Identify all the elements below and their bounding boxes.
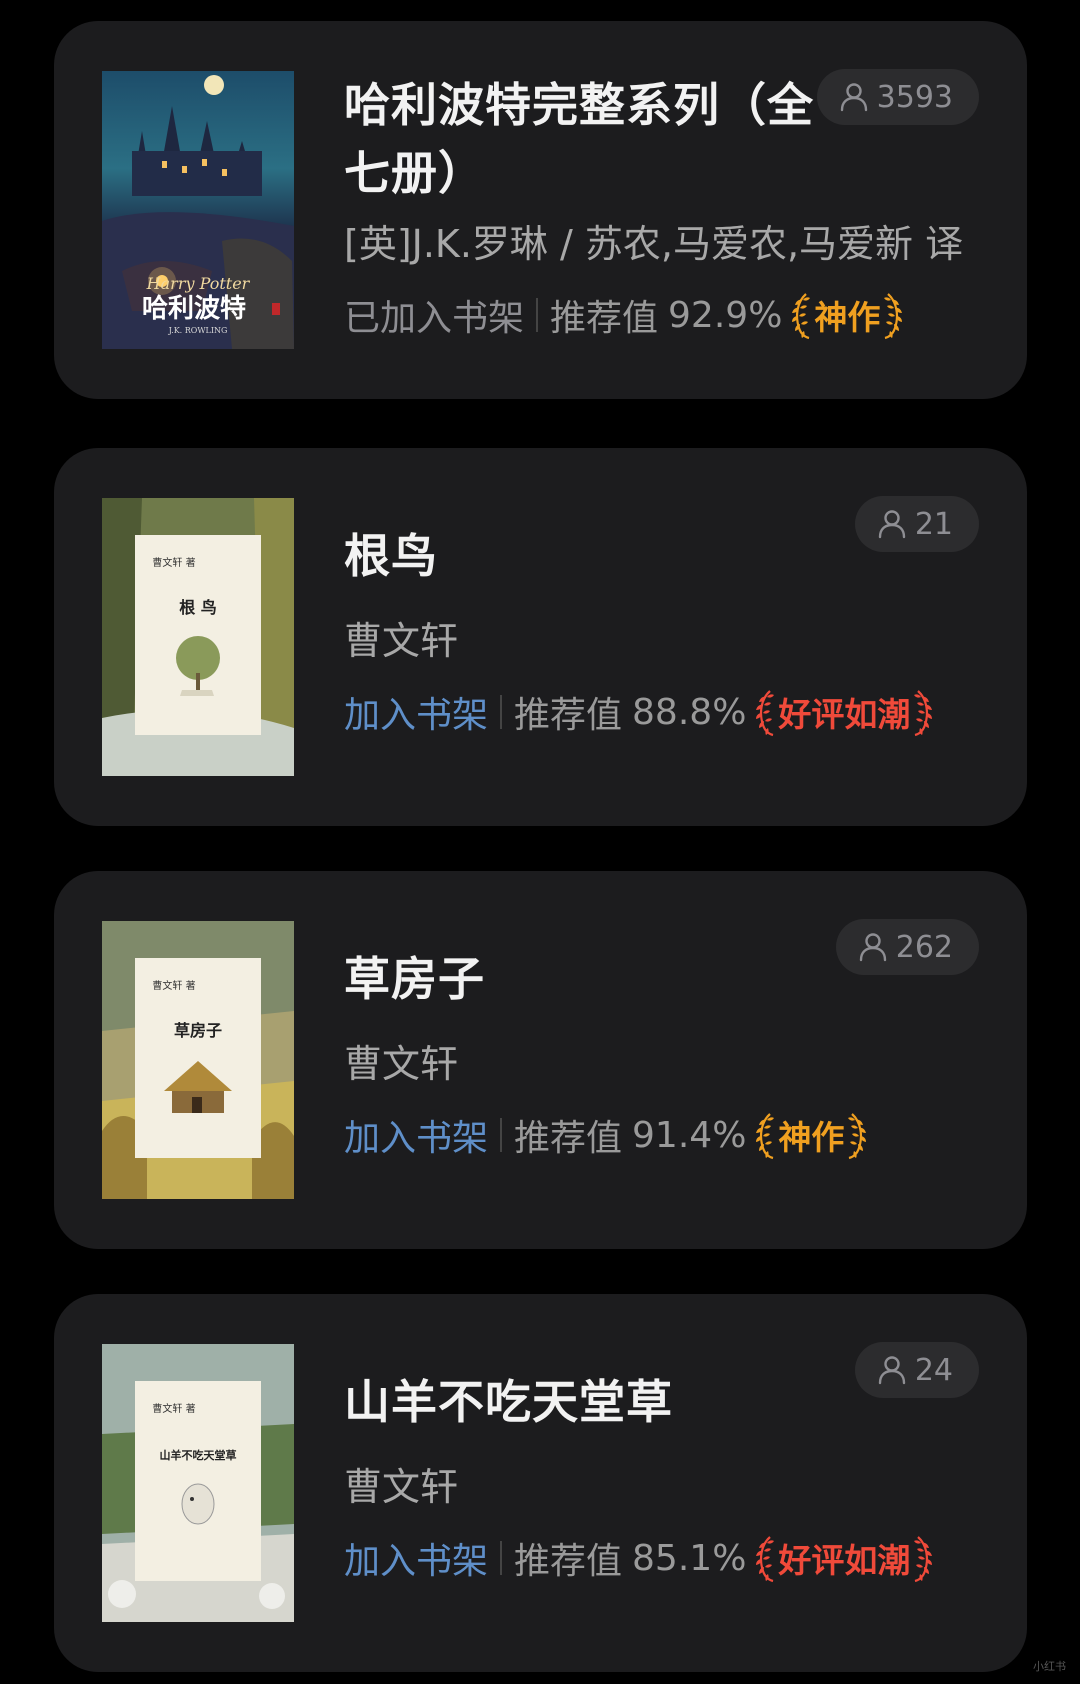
cover-title-text: 草房子 [174, 1021, 222, 1040]
laurel-right-icon [883, 292, 904, 340]
book-meta: 加入书架 推荐值 91.4% 神作 [344, 1109, 868, 1161]
reader-count-pill[interactable]: 3593 [816, 69, 979, 125]
user-icon [859, 933, 886, 962]
reader-count: 262 [895, 929, 953, 965]
book-title[interactable]: 草房子 [344, 945, 844, 1013]
book-author[interactable]: 曹文轩 [344, 1039, 458, 1089]
reader-count-pill[interactable]: 262 [835, 919, 979, 975]
cover-title-text: 根 鸟 [179, 598, 217, 617]
recommend-value: 92.9% [668, 294, 783, 336]
hp-series-text: Harry Potter [146, 274, 251, 293]
book-title[interactable]: 根鸟 [344, 522, 844, 590]
divider [500, 1118, 503, 1152]
book-author[interactable]: [英]J.K.罗琳 / 苏农,马爱农,马爱新 译 [344, 219, 963, 269]
rating-badge: 好评如潮 [754, 687, 934, 737]
user-icon [840, 83, 867, 112]
book-cover-cao-fang-zi[interactable]: 曹文轩 著 草房子 [102, 921, 294, 1199]
user-icon [878, 1356, 906, 1385]
cover-author-text: 曹文轩 著 [152, 979, 195, 992]
recommend-value: 85.1% [632, 1537, 747, 1579]
reader-count-pill[interactable]: 24 [854, 1342, 979, 1398]
book-cover-harry-potter[interactable]: Harry Potter 哈利波特 J.K. ROWLING [102, 71, 294, 349]
cover-title-text: 山羊不吃天堂草 [160, 1448, 237, 1462]
book-author[interactable]: 曹文轩 [344, 1462, 458, 1512]
book-list: Harry Potter 哈利波特 J.K. ROWLING 哈利波特完整系列（… [0, 0, 1080, 1684]
book-title[interactable]: 山羊不吃天堂草 [344, 1368, 844, 1436]
badge-label: 好评如潮 [778, 695, 911, 734]
recommend-label: 推荐值 [514, 1118, 623, 1159]
recommend-label: 推荐值 [514, 695, 623, 736]
add-to-shelf-button[interactable]: 加入书架 [344, 1109, 488, 1161]
badge-label: 神作 [778, 1118, 845, 1157]
recommend-label: 推荐值 [514, 1541, 623, 1582]
recommend-label: 推荐值 [550, 298, 659, 339]
laurel-right-icon [847, 1112, 868, 1160]
book-title[interactable]: 哈利波特完整系列（全七册） [344, 71, 844, 207]
reader-count: 24 [914, 1352, 953, 1388]
divider [536, 298, 539, 332]
book-cover-gen-niao[interactable]: 曹文轩 著 根 鸟 [102, 498, 294, 776]
user-icon [878, 510, 906, 539]
hp-title-text: 哈利波特 [142, 293, 246, 324]
recommend-value: 91.4% [632, 1114, 747, 1156]
rating-badge: 好评如潮 [754, 1533, 934, 1583]
laurel-left-icon [791, 292, 812, 340]
book-cover-shan-yang[interactable]: 曹文轩 著 山羊不吃天堂草 [102, 1344, 294, 1622]
divider [500, 1541, 503, 1575]
book-card[interactable]: 曹文轩 著 草房子 草房子 曹文轩 加入书架 推荐值 91.4% 神作 262 [54, 871, 1027, 1249]
cover-author-text: 曹文轩 著 [152, 1402, 195, 1415]
add-to-shelf-button[interactable]: 加入书架 [344, 1532, 488, 1584]
divider [500, 695, 503, 729]
book-card[interactable]: Harry Potter 哈利波特 J.K. ROWLING 哈利波特完整系列（… [54, 21, 1027, 399]
add-to-shelf-button[interactable]: 加入书架 [344, 686, 488, 738]
laurel-right-icon [913, 689, 934, 737]
laurel-right-icon [913, 1535, 934, 1583]
rating-badge: 神作 [790, 290, 904, 340]
book-author[interactable]: 曹文轩 [344, 616, 458, 666]
hp-author-text: J.K. ROWLING [168, 326, 228, 335]
laurel-left-icon [755, 1535, 776, 1583]
reader-count: 3593 [876, 79, 953, 115]
reader-count: 21 [914, 506, 953, 542]
book-meta: 已加入书架 推荐值 92.9% 神作 [344, 289, 904, 341]
book-card[interactable]: 曹文轩 著 根 鸟 根鸟 曹文轩 加入书架 推荐值 88.8% 好评如潮 21 [54, 448, 1027, 826]
badge-label: 神作 [814, 298, 881, 337]
laurel-left-icon [755, 1112, 776, 1160]
shelf-status: 已加入书架 [344, 298, 525, 339]
book-card[interactable]: 曹文轩 著 山羊不吃天堂草 山羊不吃天堂草 曹文轩 加入书架 推荐值 85.1%… [54, 1294, 1027, 1672]
laurel-left-icon [755, 689, 776, 737]
cover-author-text: 曹文轩 著 [152, 556, 195, 569]
book-meta: 加入书架 推荐值 88.8% 好评如潮 [344, 686, 934, 738]
badge-label: 好评如潮 [778, 1541, 911, 1580]
book-meta: 加入书架 推荐值 85.1% 好评如潮 [344, 1532, 934, 1584]
reader-count-pill[interactable]: 21 [854, 496, 979, 552]
recommend-value: 88.8% [632, 691, 747, 733]
rating-badge: 神作 [754, 1110, 868, 1160]
watermark: 小红书 [1033, 1660, 1066, 1673]
